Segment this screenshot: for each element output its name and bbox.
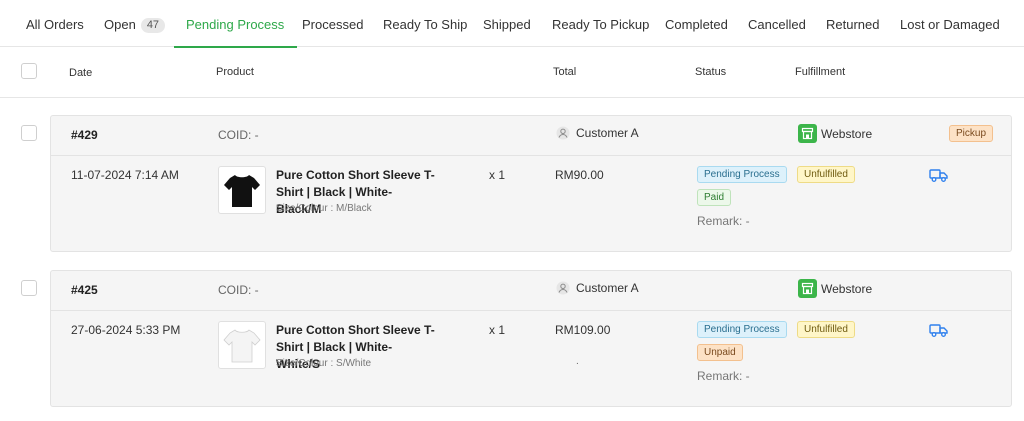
order-card: #429 COID: - Customer A Webstore Pickup … bbox=[50, 115, 1012, 252]
product-thumbnail bbox=[218, 321, 266, 369]
select-all-checkbox[interactable] bbox=[21, 63, 37, 79]
column-status: Status bbox=[695, 66, 727, 78]
tab-pending-process[interactable]: Pending Process bbox=[173, 0, 298, 48]
order-date: 11-07-2024 7:14 AM bbox=[71, 168, 179, 182]
open-count-badge: 47 bbox=[140, 18, 166, 33]
order-header: #425 COID: - Customer A Webstore bbox=[51, 271, 1011, 311]
quantity: x 1 bbox=[489, 323, 506, 337]
order-status-tabs: All Orders Open 47 Pending Process Proces… bbox=[0, 0, 1024, 48]
customer[interactable]: Customer A bbox=[556, 126, 639, 140]
fulfillment-badge: Unfulfilled bbox=[797, 166, 855, 183]
tab-label: Cancelled bbox=[748, 17, 806, 32]
tab-lost-or-damaged[interactable]: Lost or Damaged bbox=[900, 0, 1000, 47]
remark: Remark: - bbox=[697, 214, 750, 228]
coid: COID: - bbox=[218, 283, 259, 297]
order-line-item: 11-07-2024 7:14 AM Pure Cotton Short Sle… bbox=[51, 156, 1011, 252]
status-badge: Pending Process bbox=[697, 166, 787, 183]
tshirt-white-image bbox=[223, 329, 261, 363]
truck-icon[interactable] bbox=[929, 323, 948, 337]
customer-name: Customer A bbox=[576, 281, 639, 295]
tab-shipped[interactable]: Shipped bbox=[483, 0, 531, 47]
person-icon bbox=[556, 281, 570, 295]
store-icon bbox=[798, 124, 817, 143]
total-note: . bbox=[576, 356, 579, 367]
customer-name: Customer A bbox=[576, 126, 639, 140]
truck-icon[interactable] bbox=[929, 168, 948, 182]
product-variant: Size/Colour : M/Black bbox=[276, 203, 372, 214]
quantity: x 1 bbox=[489, 168, 506, 182]
customer[interactable]: Customer A bbox=[556, 281, 639, 295]
tab-label: Open bbox=[104, 17, 136, 32]
sales-channel: Webstore bbox=[798, 279, 872, 298]
tab-open[interactable]: Open 47 bbox=[104, 0, 166, 47]
channel-label: Webstore bbox=[821, 281, 873, 296]
order-header: #429 COID: - Customer A Webstore Pickup bbox=[51, 116, 1011, 156]
column-product: Product bbox=[216, 66, 254, 78]
remark: Remark: - bbox=[697, 369, 750, 383]
tab-label: All Orders bbox=[26, 17, 84, 32]
order-card: #425 COID: - Customer A Webstore 27-06-2… bbox=[50, 270, 1012, 407]
order-total: RM109.00 bbox=[555, 323, 611, 337]
store-icon bbox=[798, 279, 817, 298]
order-checkbox[interactable] bbox=[21, 280, 37, 296]
status-badge: Pending Process bbox=[697, 321, 787, 338]
tab-label: Ready To Ship bbox=[383, 17, 468, 32]
order-id[interactable]: #425 bbox=[71, 283, 98, 297]
tab-label: Returned bbox=[826, 17, 880, 32]
channel-label: Webstore bbox=[821, 126, 873, 141]
tab-label: Processed bbox=[302, 17, 364, 32]
fulfillment-badge: Unfulfilled bbox=[797, 321, 855, 338]
delivery-tag: Pickup bbox=[949, 125, 994, 142]
tab-ready-to-ship[interactable]: Ready To Ship bbox=[383, 0, 467, 47]
order-checkbox[interactable] bbox=[21, 125, 37, 141]
tab-all-orders[interactable]: All Orders bbox=[26, 0, 84, 47]
tshirt-black-image bbox=[224, 175, 260, 207]
order-line-item: 27-06-2024 5:33 PM Pure Cotton Short Sle… bbox=[51, 311, 1011, 407]
order-id[interactable]: #429 bbox=[71, 128, 98, 142]
payment-badge: Unpaid bbox=[697, 344, 743, 361]
tab-label: Shipped bbox=[483, 17, 531, 32]
tab-label: Pending Process bbox=[186, 17, 285, 32]
payment-badge: Paid bbox=[697, 189, 732, 206]
product-variant: Size/Colour : S/White bbox=[276, 358, 372, 369]
tab-completed[interactable]: Completed bbox=[665, 0, 728, 47]
order-total: RM90.00 bbox=[555, 168, 604, 182]
tab-processed[interactable]: Processed bbox=[302, 0, 363, 47]
tab-ready-to-pickup[interactable]: Ready To Pickup bbox=[552, 0, 649, 47]
coid: COID: - bbox=[218, 128, 259, 142]
tab-label: Ready To Pickup bbox=[552, 17, 650, 32]
column-fulfillment: Fulfillment bbox=[795, 66, 846, 78]
column-date: Date bbox=[69, 67, 93, 79]
order-date: 27-06-2024 5:33 PM bbox=[71, 323, 181, 337]
tab-label: Completed bbox=[665, 17, 728, 32]
product-thumbnail bbox=[218, 166, 266, 214]
table-header: Date Product Total Status Fulfillment bbox=[0, 48, 1024, 98]
sales-channel: Webstore bbox=[798, 124, 872, 143]
column-total: Total bbox=[553, 66, 577, 78]
tab-label: Lost or Damaged bbox=[900, 17, 1000, 32]
person-icon bbox=[556, 126, 570, 140]
tab-returned[interactable]: Returned bbox=[826, 0, 879, 47]
tab-cancelled[interactable]: Cancelled bbox=[748, 0, 806, 47]
